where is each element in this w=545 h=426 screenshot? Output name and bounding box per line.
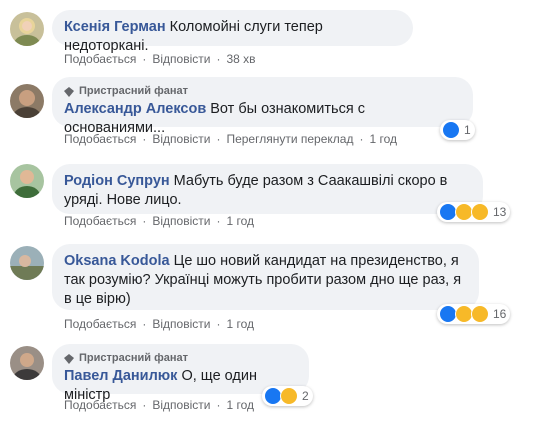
- haha-icon: [471, 305, 489, 323]
- separator: ·: [142, 398, 147, 412]
- avatar[interactable]: [10, 164, 44, 198]
- reaction-count: 16: [493, 307, 507, 321]
- timestamp[interactable]: 1 год: [226, 398, 254, 412]
- timestamp[interactable]: 1 год: [369, 132, 397, 146]
- reaction-count: 2: [302, 389, 309, 403]
- comment-actions: Подобається · Відповісти · 1 год: [64, 398, 254, 412]
- comment-bubble: Родіон Супрун Мабуть буде разом з Саакаш…: [52, 164, 483, 214]
- comment: Ксенія Герман Коломойні слуги тепер недо…: [0, 0, 545, 70]
- reaction-count: 1: [464, 123, 471, 137]
- avatar[interactable]: [10, 246, 44, 280]
- like-button[interactable]: Подобається: [64, 52, 136, 66]
- comment: Пристрасний фанат Павел Данилюк О, ще од…: [0, 336, 545, 426]
- separator: ·: [142, 317, 147, 331]
- comment-actions: Подобається · Відповісти · 1 год: [64, 317, 254, 331]
- author-name[interactable]: Oksana Kodola: [64, 253, 170, 269]
- author-name[interactable]: Павел Данилюк: [64, 368, 177, 384]
- see-translation-button[interactable]: Переглянути переклад: [226, 132, 353, 146]
- comment-bubble: Oksana Kodola Це шо новий кандидат на пр…: [52, 244, 479, 310]
- comment: Oksana Kodola Це шо новий кандидат на пр…: [0, 238, 545, 336]
- separator: ·: [142, 52, 147, 66]
- author-name[interactable]: Родіон Супрун: [64, 173, 170, 189]
- top-fan-badge: Пристрасний фанат: [64, 352, 297, 365]
- reply-button[interactable]: Відповісти: [152, 132, 210, 146]
- separator: ·: [216, 214, 221, 228]
- reply-button[interactable]: Відповісти: [152, 317, 210, 331]
- diamond-icon: [64, 86, 74, 97]
- separator: ·: [359, 132, 364, 146]
- reactions-summary[interactable]: 2: [262, 386, 313, 406]
- badge-label: Пристрасний фанат: [79, 85, 188, 97]
- author-name[interactable]: Александр Алексов: [64, 101, 206, 117]
- comment-bubble: Пристрасний фанат Александр Алексов Вот …: [52, 77, 473, 136]
- separator: ·: [216, 398, 221, 412]
- reply-button[interactable]: Відповісти: [152, 398, 210, 412]
- separator: ·: [216, 52, 221, 66]
- like-icon: [442, 121, 460, 139]
- reply-button[interactable]: Відповісти: [152, 214, 210, 228]
- comment-actions: Подобається · Відповісти · 38 хв: [64, 52, 256, 66]
- comment-actions: Подобається · Відповісти · 1 год: [64, 214, 254, 228]
- comment: Пристрасний фанат Александр Алексов Вот …: [0, 70, 545, 156]
- comment-bubble: Ксенія Герман Коломойні слуги тепер недо…: [52, 10, 413, 54]
- like-button[interactable]: Подобається: [64, 398, 136, 412]
- avatar[interactable]: [10, 12, 44, 46]
- avatar[interactable]: [10, 346, 44, 380]
- separator: ·: [216, 317, 221, 331]
- comment-actions: Подобається · Відповісти · Переглянути п…: [64, 132, 397, 146]
- haha-icon: [280, 387, 298, 405]
- timestamp[interactable]: 1 год: [226, 214, 254, 228]
- separator: ·: [142, 132, 147, 146]
- haha-icon: [471, 203, 489, 221]
- reactions-summary[interactable]: 1: [440, 120, 475, 140]
- reactions-summary[interactable]: 16: [437, 304, 511, 324]
- diamond-icon: [64, 353, 74, 364]
- separator: ·: [216, 132, 221, 146]
- top-fan-badge: Пристрасний фанат: [64, 85, 461, 98]
- reply-button[interactable]: Відповісти: [152, 52, 210, 66]
- timestamp[interactable]: 38 хв: [226, 52, 255, 66]
- timestamp[interactable]: 1 год: [226, 317, 254, 331]
- separator: ·: [142, 214, 147, 228]
- avatar[interactable]: [10, 84, 44, 118]
- comment: Родіон Супрун Мабуть буде разом з Саакаш…: [0, 156, 545, 238]
- reactions-summary[interactable]: 13: [437, 202, 511, 222]
- reaction-count: 13: [493, 205, 507, 219]
- like-button[interactable]: Подобається: [64, 132, 136, 146]
- like-button[interactable]: Подобається: [64, 317, 136, 331]
- author-name[interactable]: Ксенія Герман: [64, 19, 166, 35]
- badge-label: Пристрасний фанат: [79, 352, 188, 364]
- like-button[interactable]: Подобається: [64, 214, 136, 228]
